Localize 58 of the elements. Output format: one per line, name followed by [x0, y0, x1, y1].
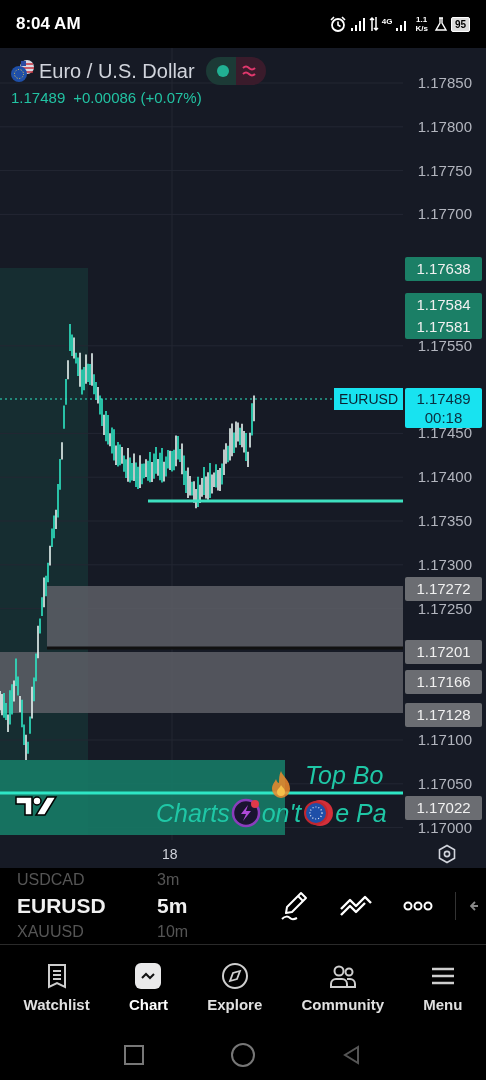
axis-label: 1.17700: [417, 204, 472, 225]
flags-icon: [10, 59, 36, 83]
price-value: 1.17272: [416, 579, 471, 600]
symbol-name[interactable]: Euro / U.S. Dollar: [39, 59, 195, 83]
data-arrows-icon: [368, 16, 379, 32]
network-type: 4G: [381, 17, 393, 26]
price-value: 1.17638: [416, 258, 471, 279]
support-line[interactable]: [148, 499, 403, 503]
time-label: 18: [162, 846, 178, 862]
chart-text: e Pa: [335, 798, 387, 828]
nav-tab[interactable]: Community: [299, 958, 386, 1017]
symbol-option[interactable]: EURUSD 5m: [17, 891, 189, 921]
flask-icon: [433, 16, 448, 32]
lightning-icon: [230, 798, 261, 828]
price-value: 1.17022: [416, 798, 471, 819]
price-value: 1.17581: [416, 317, 471, 338]
axis-label: 1.17050: [417, 773, 472, 794]
nav-tab[interactable]: Menu: [421, 958, 465, 1017]
waves-icon: [235, 57, 266, 85]
axis-label: 1.17400: [417, 467, 472, 488]
price-value: 1.17489: [416, 389, 471, 408]
axis-label: 1.17800: [417, 116, 472, 137]
price-value: 1.17201: [416, 641, 471, 662]
currency-icon: [302, 798, 335, 828]
chart-text: Charts: [156, 798, 230, 828]
compass-icon: [220, 962, 249, 990]
axis-label: 1.17250: [417, 598, 472, 619]
price-value: 1.17166: [416, 672, 471, 693]
more-icon[interactable]: [403, 900, 433, 912]
network-speed: 1.1: [416, 15, 428, 24]
clock-time: 8:04 AM: [16, 14, 81, 34]
battery-level: 95: [450, 16, 470, 32]
nav-tab[interactable]: Watchlist: [21, 958, 92, 1017]
home-icon[interactable]: [230, 1042, 256, 1068]
nav-tab[interactable]: Explore: [205, 958, 265, 1017]
axis-label: 1.17300: [417, 554, 472, 575]
signal-icon: [349, 16, 366, 32]
price-value: 1.17584: [416, 295, 471, 316]
axis-label: 1.17350: [417, 511, 472, 531]
pencil-icon[interactable]: [279, 890, 309, 922]
logo-icon: [14, 794, 58, 818]
alarm-icon: [328, 15, 347, 33]
price-change: +0.00086 (+0.07%): [73, 89, 202, 106]
symbol-tag: EURUSD: [333, 388, 403, 410]
axis-label: 1.17750: [417, 160, 472, 181]
chart-icon: [134, 962, 163, 990]
price-value: 1.17128: [416, 705, 471, 726]
nav-tab[interactable]: Chart: [126, 958, 171, 1017]
axis-label: 1.17850: [417, 73, 472, 93]
last-price: 1.17489: [11, 89, 66, 106]
speed-unit: K/s: [415, 24, 428, 33]
recent-apps-icon[interactable]: [122, 1044, 145, 1066]
axis-label: 1.17100: [417, 730, 472, 750]
axis-label: 1.17000: [417, 817, 472, 838]
back-arrow-icon[interactable]: [470, 899, 480, 913]
settings-icon[interactable]: [436, 844, 457, 864]
chart-text: Top Bo: [305, 761, 384, 790]
axis-label: 1.17550: [417, 335, 472, 356]
